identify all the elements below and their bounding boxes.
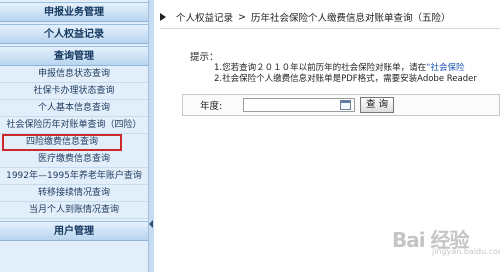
sidebar-section-user-management[interactable]: 用户管理	[0, 221, 148, 241]
tip-line-2: 2.社会保险个人缴费信息对账单是PDF格式，需要安装Adobe Reader	[214, 74, 477, 84]
sidebar-section-personal-records[interactable]: 个人权益记录	[0, 24, 148, 44]
sidebar-item-annual-statement[interactable]: 社会保险历年对账单查询（四险）	[0, 117, 148, 134]
baidu-watermark: Bai 经验 jingyan.baidu.com	[392, 220, 500, 262]
sidebar-item-four-insurance-payment[interactable]: 四险缴费信息查询	[2, 134, 122, 151]
sidebar: 申报业务管理 个人权益记录 查询管理 申报信息状态查询 社保卡办理状态查询 个人…	[0, 0, 148, 272]
sidebar-section-declaration[interactable]: 申报业务管理	[0, 2, 148, 22]
sidebar-item-medical-payment[interactable]: 医疗缴费信息查询	[0, 151, 148, 168]
year-label: 年度:	[200, 101, 223, 112]
sidebar-item-pension-1992-1995[interactable]: 1992年—1995年养老年账户查询	[0, 168, 148, 185]
sidebar-splitter[interactable]	[148, 0, 154, 272]
watermark-url: jingyan.baidu.com	[432, 247, 500, 256]
breadcrumb-separator: >	[238, 11, 246, 23]
header-divider	[160, 28, 500, 29]
triangle-right-icon	[160, 13, 166, 21]
breadcrumb-item-personal-records: 个人权益记录	[176, 13, 234, 24]
sidebar-item-declaration-status[interactable]: 申报信息状态查询	[0, 66, 148, 83]
sidebar-item-basic-info[interactable]: 个人基本信息查询	[0, 100, 148, 117]
breadcrumb: 个人权益记录 > 历年社会保险个人缴费信息对账单查询（五险）	[160, 9, 451, 25]
sidebar-section-query-management[interactable]: 查询管理	[0, 46, 148, 66]
query-button[interactable]: 查 询	[360, 97, 394, 113]
calendar-icon[interactable]	[340, 100, 351, 110]
sidebar-item-monthly-arrival[interactable]: 当月个人到账情况查询	[0, 202, 148, 219]
sidebar-item-transfer-status[interactable]: 转移接续情况查询	[0, 185, 148, 202]
collapse-arrow-icon[interactable]	[149, 220, 153, 228]
sidebar-item-card-status[interactable]: 社保卡办理状态查询	[0, 83, 148, 100]
year-input[interactable]	[243, 98, 355, 112]
breadcrumb-item-current-page: 历年社会保险个人缴费信息对账单查询（五险）	[250, 13, 451, 24]
